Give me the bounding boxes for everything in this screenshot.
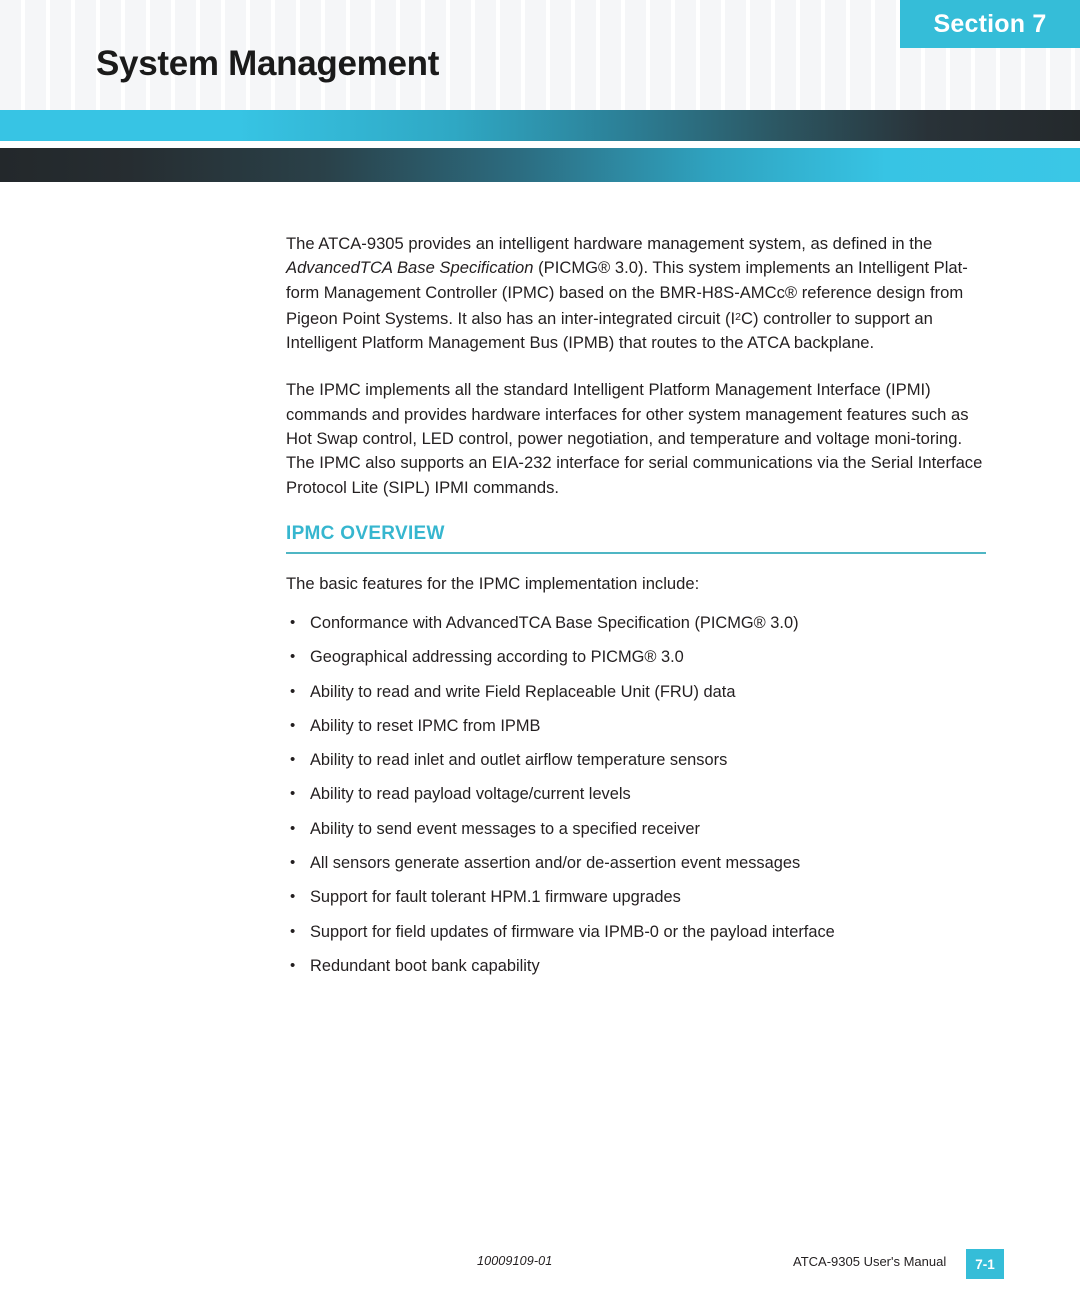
list-item: Ability to read and write Field Replacea… xyxy=(286,680,988,704)
page-header-banner: Section 7 System Management xyxy=(0,0,1080,110)
ipmc-overview-heading: IPMC OVERVIEW xyxy=(286,523,986,554)
list-item: All sensors generate assertion and/or de… xyxy=(286,851,988,875)
list-item: Ability to reset IPMC from IPMB xyxy=(286,714,988,738)
feature-list-lead-in: The basic features for the IPMC implemen… xyxy=(286,573,700,593)
list-item: Ability to read inlet and outlet airflow… xyxy=(286,748,988,772)
intro-paragraph-1: The ATCA-9305 provides an intelligent ha… xyxy=(286,232,988,355)
footer-manual-name: ATCA-9305 User's Manual xyxy=(793,1254,947,1269)
footer-document-number: 10009109-01 xyxy=(477,1254,553,1268)
list-item: Support for field updates of firmware vi… xyxy=(286,920,988,944)
list-item: Support for fault tolerant HPM.1 firmwar… xyxy=(286,885,988,909)
list-item: Redundant boot bank capability xyxy=(286,954,988,978)
footer-page-number-badge: 7-1 xyxy=(966,1249,1004,1279)
section-badge: Section 7 xyxy=(900,0,1080,48)
page-title: System Management xyxy=(96,44,440,83)
document-content: The ATCA-9305 provides an intelligent ha… xyxy=(286,232,988,989)
list-item: Ability to read payload voltage/current … xyxy=(286,782,988,806)
list-item: Ability to send event messages to a spec… xyxy=(286,817,988,841)
ipmc-feature-list: Conformance with AdvancedTCA Base Specif… xyxy=(286,611,988,978)
list-item: Conformance with AdvancedTCA Base Specif… xyxy=(286,611,988,635)
list-item: Geographical addressing according to PIC… xyxy=(286,645,988,669)
gradient-bar-top xyxy=(0,110,1080,141)
page-footer: 10009109-01 ATCA-9305 User's Manual 7-1 xyxy=(0,1248,1080,1284)
paragraph-1-part-1: The ATCA-9305 provides an intelligent ha… xyxy=(286,234,933,253)
gradient-bar-bottom xyxy=(0,148,1080,182)
spec-title-italic: AdvancedTCA Base Specification xyxy=(286,258,534,278)
intro-paragraph-2: The IPMC implements all the standard Int… xyxy=(286,380,983,497)
